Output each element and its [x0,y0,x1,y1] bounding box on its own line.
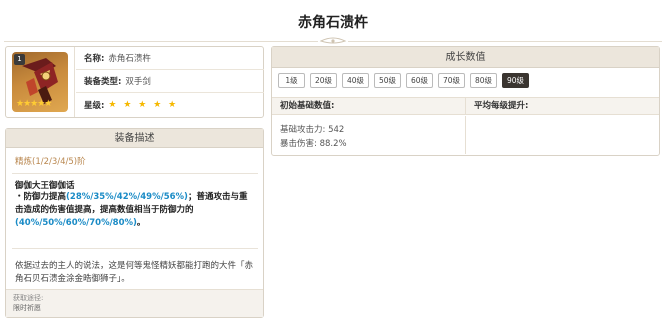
name-value: 赤角石溃杵 [108,54,151,64]
base-stats-cell: 基础攻击力: 542 暴击伤害: 88.2% [272,116,466,154]
weapon-info-card: 1 ★★★★★ 名称: 赤角石溃杵 装备类型: 双手剑 星级: ★ ★ ★ ★ … [5,46,264,118]
divider [12,173,258,174]
skill-def-values: (28%/35%/42%/49%/56%) [66,192,188,202]
skill-text-part: ・防御力提高 [15,192,67,202]
type-value: 双手剑 [125,77,151,87]
rarity-label: 星级: [84,100,105,111]
lore-text: 依据过去的主人的说法，这是何等鬼怪精妖都能打跑的大件「赤角石贝石溃金涂金晧御狮子… [15,261,254,284]
skill-text-part: 。 [136,218,146,228]
source-value: 限时祈愿 [13,304,41,312]
description-panel: 装备描述 精炼(1/2/3/4/5)阶 御伽大王御伽话 ・防御力提高(28%/3… [5,128,264,318]
tab-level-1[interactable]: 1级 [278,73,305,88]
divider [12,248,258,249]
page-title: 赤角石溃杵 [298,15,368,31]
avg-growth-header: 平均每级提升: [474,101,529,111]
thumb-stars: ★★★★★ [16,99,52,109]
name-row: 名称: 赤角石溃杵 [76,47,264,70]
source-block: 获取途径: 限时祈愿 [6,289,263,317]
rarity-row: 星级: ★ ★ ★ ★ ★ [76,93,264,116]
tab-level-50[interactable]: 50级 [374,73,401,88]
tab-level-20[interactable]: 20级 [310,73,337,88]
skill-name: 御伽大王御伽话 [15,181,75,191]
stat-body-row: 基础攻击力: 542 暴击伤害: 88.2% [272,116,659,154]
type-label: 装备类型: [84,77,122,87]
stat-header-row: 初始基础数值: 平均每级提升: [272,97,659,115]
crit-dmg-stat: 暴击伤害: 88.2% [280,139,347,149]
skill-text: ・防御力提高(28%/35%/42%/49%/56%)；普通攻击与重击造成的伤害… [15,191,255,230]
growth-header: 成长数值 [272,47,659,68]
source-label: 获取途径: [13,294,44,302]
info-divider [74,47,75,117]
weapon-thumbnail: 1 ★★★★★ [12,52,68,112]
name-label: 名称: [84,54,105,64]
tab-level-90[interactable]: 90级 [502,73,529,88]
level-tabs: 1级 20级 40级 50级 60级 70级 80级 90级 [278,73,529,88]
growth-panel: 成长数值 1级 20级 40级 50级 60级 70级 80级 90级 初始基础… [271,46,660,156]
tab-level-70[interactable]: 70级 [438,73,465,88]
refine-levels[interactable]: 精炼(1/2/3/4/5)阶 [15,155,86,167]
tab-level-60[interactable]: 60级 [406,73,433,88]
description-header: 装备描述 [6,129,263,148]
skill-dmg-values: (40%/50%/60%/70%/80%) [15,218,137,228]
base-stats-header: 初始基础数值: [272,98,466,114]
rarity-stars: ★ ★ ★ ★ ★ [108,99,179,110]
tab-level-40[interactable]: 40级 [342,73,369,88]
type-row: 装备类型: 双手剑 [76,70,264,93]
tab-level-80[interactable]: 80级 [470,73,497,88]
refine-badge: 1 [14,54,25,65]
atk-stat: 基础攻击力: 542 [280,125,345,135]
